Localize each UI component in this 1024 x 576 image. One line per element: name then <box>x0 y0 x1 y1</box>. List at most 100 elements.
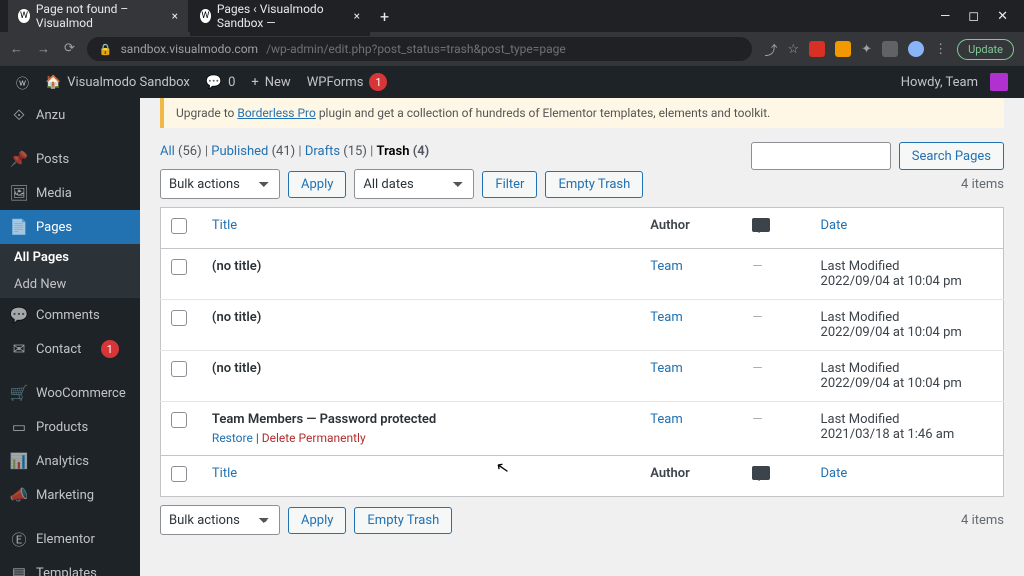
item-count: 4 items <box>961 513 1004 528</box>
bulk-actions-select[interactable]: Bulk actions <box>160 169 280 199</box>
site-name-link[interactable]: 🏠Visualmodo Sandbox <box>37 66 198 98</box>
filter-all[interactable]: All (56) <box>160 144 202 159</box>
product-icon: ▭ <box>10 418 28 436</box>
minimize-icon[interactable]: — <box>940 9 950 24</box>
bulk-actions-select[interactable]: Bulk actions <box>160 505 280 535</box>
borderless-pro-link[interactable]: Borderless Pro <box>237 106 315 120</box>
table-row: (no title) Team — Last Modified2022/09/0… <box>161 300 1004 351</box>
extensions-icon[interactable]: ✦ <box>861 42 872 57</box>
empty-trash-button[interactable]: Empty Trash <box>545 171 643 198</box>
browser-tab[interactable]: W Pages ‹ Visualmodo Sandbox — × <box>190 0 370 36</box>
filter-published[interactable]: Published (41) <box>211 144 295 159</box>
extension-icon[interactable] <box>835 41 851 57</box>
page-title[interactable]: (no title) <box>212 361 261 376</box>
sidebar-item-marketing[interactable]: 📣Marketing <box>0 478 140 512</box>
sidebar-item-posts[interactable]: 📌Posts <box>0 142 140 176</box>
page-title[interactable]: (no title) <box>212 259 261 274</box>
profile-avatar-icon[interactable] <box>908 41 924 57</box>
sidebar-item-comments[interactable]: 💬Comments <box>0 298 140 332</box>
notification-badge: 1 <box>369 73 387 91</box>
col-author: Author <box>640 456 742 497</box>
marketing-icon: 📣 <box>10 486 28 504</box>
restore-link[interactable]: Restore <box>212 431 253 445</box>
sidebar-subitem-add-new[interactable]: Add New <box>0 271 140 298</box>
apply-button[interactable]: Apply <box>288 507 346 534</box>
url-host: sandbox.visualmodo.com <box>121 42 258 56</box>
update-button[interactable]: Update <box>957 39 1014 60</box>
filter-button[interactable]: Filter <box>482 171 537 198</box>
close-icon[interactable]: × <box>172 9 178 23</box>
row-checkbox[interactable] <box>171 412 187 428</box>
sidebar-item-anzu[interactable]: ⟐Anzu <box>0 98 140 132</box>
page-title[interactable]: Team Members — Password protected <box>212 412 436 427</box>
row-checkbox[interactable] <box>171 361 187 377</box>
col-date[interactable]: Date <box>821 218 848 233</box>
page-title[interactable]: (no title) <box>212 310 261 325</box>
home-icon: 🏠 <box>45 75 61 90</box>
date-filter-select[interactable]: All dates <box>354 169 474 199</box>
filter-drafts[interactable]: Drafts (15) <box>305 144 367 159</box>
extension-icon[interactable] <box>882 41 898 57</box>
sidebar-item-analytics[interactable]: 📊Analytics <box>0 444 140 478</box>
extension-icon[interactable] <box>809 41 825 57</box>
sidebar-item-pages[interactable]: 📄Pages <box>0 210 140 244</box>
sidebar-item-products[interactable]: ▭Products <box>0 410 140 444</box>
wpforms-link[interactable]: WPForms1 <box>299 66 396 98</box>
wordpress-icon: W <box>18 9 30 23</box>
row-checkbox[interactable] <box>171 259 187 275</box>
sidebar-subitem-all-pages[interactable]: All Pages <box>0 244 140 271</box>
close-window-icon[interactable]: ✕ <box>997 9 1008 24</box>
sidebar-item-media[interactable]: 🖼Media <box>0 176 140 210</box>
star-icon[interactable]: ☆ <box>788 42 800 57</box>
close-icon[interactable]: × <box>354 9 360 23</box>
select-all-checkbox[interactable] <box>171 218 187 234</box>
sidebar-item-woocommerce[interactable]: 🛒WooCommerce <box>0 376 140 410</box>
row-checkbox[interactable] <box>171 310 187 326</box>
comment-icon[interactable] <box>752 466 770 480</box>
new-content-link[interactable]: +New <box>243 66 298 98</box>
col-title[interactable]: Title <box>212 218 237 233</box>
comment-icon[interactable] <box>752 218 770 232</box>
filter-trash[interactable]: Trash (4) <box>377 144 430 159</box>
col-date[interactable]: Date <box>821 466 848 481</box>
sidebar-item-elementor[interactable]: ⒺElementor <box>0 522 140 556</box>
maximize-icon[interactable]: ◻ <box>968 9 979 24</box>
wordpress-icon: W <box>200 9 211 23</box>
search-pages-button[interactable]: Search Pages <box>899 142 1004 170</box>
author-link[interactable]: Team <box>650 412 683 427</box>
pages-submenu: All Pages Add New <box>0 244 140 298</box>
select-all-checkbox[interactable] <box>171 466 187 482</box>
tab-title: Pages ‹ Visualmodo Sandbox — <box>217 2 348 30</box>
url-path: /wp-admin/edit.php?post_status=trash&pos… <box>266 42 566 56</box>
wp-logo[interactable]: ⓦ <box>8 66 37 98</box>
menu-icon[interactable]: ⋮ <box>934 42 947 57</box>
pin-icon: 📌 <box>10 150 28 168</box>
delete-permanently-link[interactable]: Delete Permanently <box>262 431 366 445</box>
tab-title: Page not found – Visualmod <box>36 2 166 30</box>
author-link[interactable]: Team <box>650 259 683 274</box>
browser-tab[interactable]: W Page not found – Visualmod × <box>8 0 188 36</box>
wp-admin-bar: ⓦ 🏠Visualmodo Sandbox 💬0 +New WPForms1 H… <box>0 66 1024 98</box>
empty-trash-button[interactable]: Empty Trash <box>354 507 452 534</box>
forward-icon[interactable]: → <box>37 41 50 57</box>
share-icon[interactable]: ⤴ <box>764 40 777 59</box>
table-row: (no title) Team — Last Modified2022/09/0… <box>161 351 1004 402</box>
account-link[interactable]: Howdy, Team <box>893 66 1016 98</box>
col-author: Author <box>640 208 742 249</box>
admin-sidebar: ⟐Anzu 📌Posts 🖼Media 📄Pages All Pages Add… <box>0 98 140 576</box>
author-link[interactable]: Team <box>650 361 683 376</box>
sidebar-item-templates[interactable]: ▤Templates <box>0 556 140 576</box>
apply-button[interactable]: Apply <box>288 171 346 198</box>
comments-link[interactable]: 💬0 <box>198 66 244 98</box>
notification-badge: 1 <box>101 340 119 358</box>
reload-icon[interactable]: ⟳ <box>64 41 75 57</box>
sidebar-item-contact[interactable]: ✉Contact 1 <box>0 332 140 366</box>
new-tab-button[interactable]: + <box>372 7 397 26</box>
back-icon[interactable]: ← <box>10 41 23 57</box>
upgrade-notice: Upgrade to Borderless Pro plugin and get… <box>160 98 1004 128</box>
col-title[interactable]: Title <box>212 466 237 481</box>
no-comments: — <box>752 412 762 427</box>
url-input[interactable]: 🔒 sandbox.visualmodo.com/wp-admin/edit.p… <box>87 37 753 61</box>
search-input[interactable] <box>751 142 891 170</box>
author-link[interactable]: Team <box>650 310 683 325</box>
